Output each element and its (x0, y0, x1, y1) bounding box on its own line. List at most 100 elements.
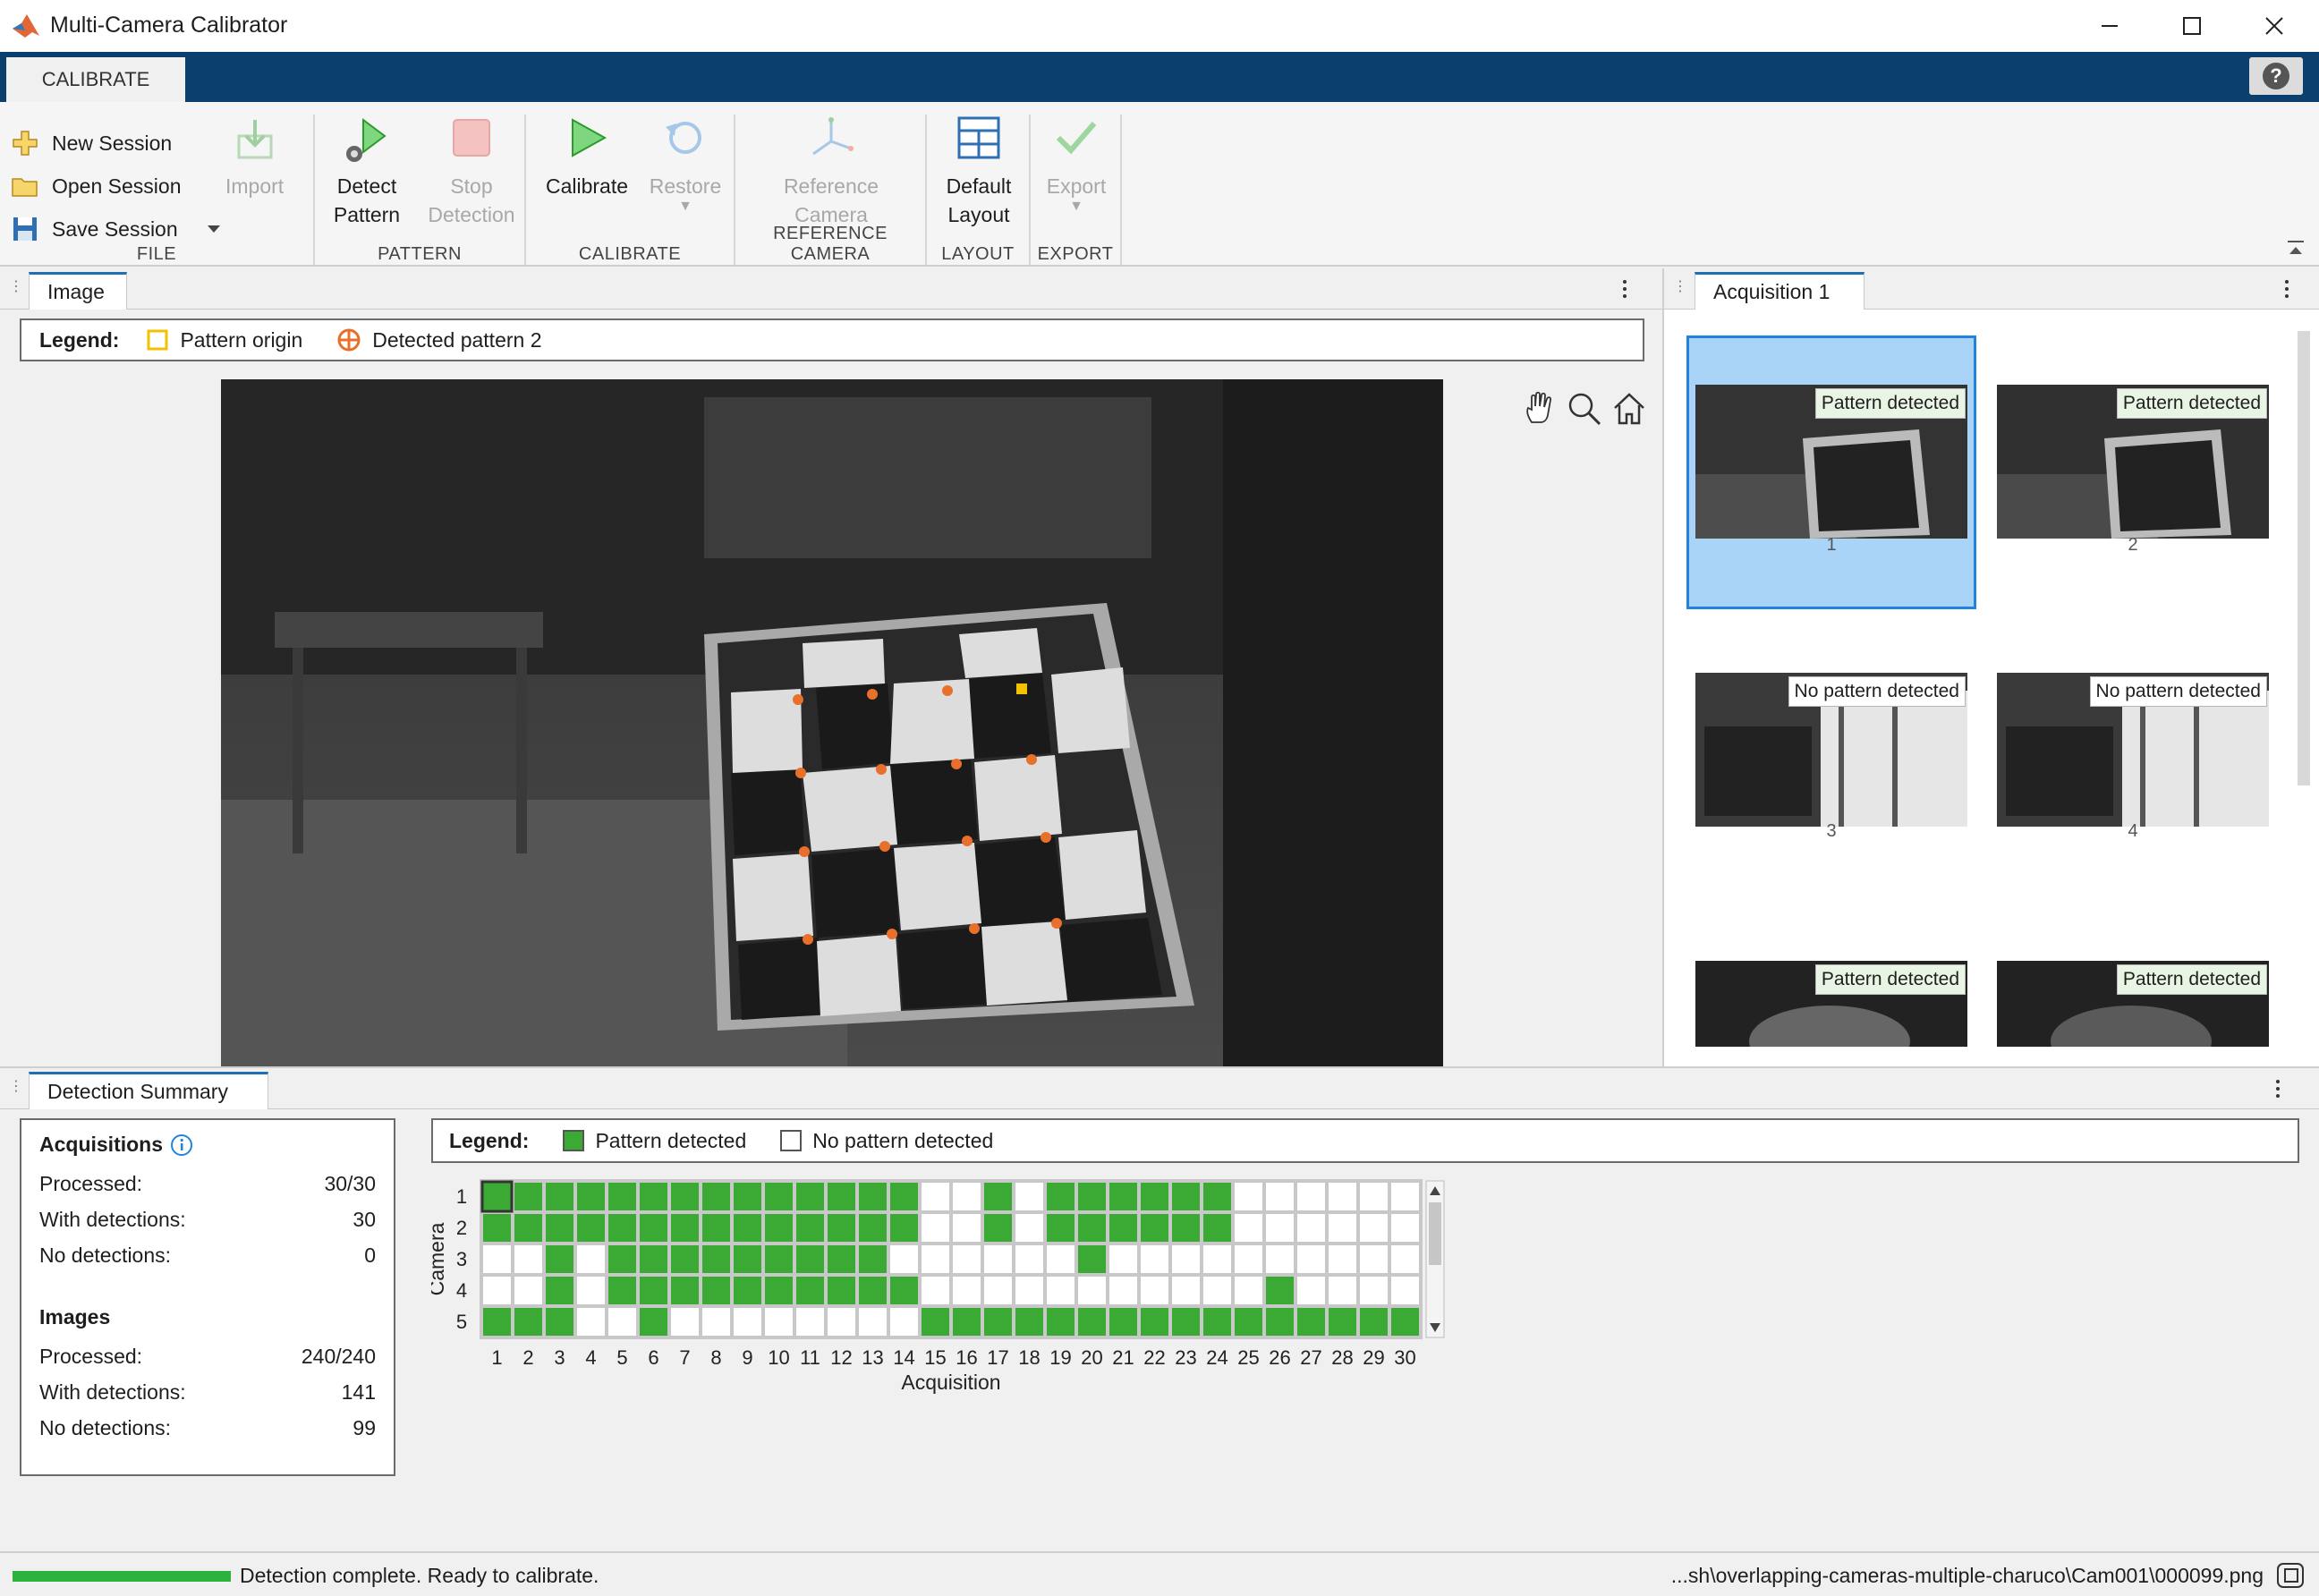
grid-cell-cam3-acq26[interactable] (1266, 1245, 1294, 1273)
grid-cell-cam3-acq2[interactable] (514, 1245, 542, 1273)
grid-cell-cam1-acq1[interactable] (483, 1183, 511, 1210)
grid-cell-cam1-acq5[interactable] (608, 1183, 636, 1210)
grid-cell-cam5-acq11[interactable] (796, 1308, 824, 1336)
grid-cell-cam3-acq29[interactable] (1360, 1245, 1388, 1273)
grid-cell-cam1-acq10[interactable] (765, 1183, 793, 1210)
grid-cell-cam3-acq22[interactable] (1141, 1245, 1168, 1273)
grid-cell-cam1-acq7[interactable] (671, 1183, 699, 1210)
grid-cell-cam2-acq5[interactable] (608, 1214, 636, 1242)
restore-button[interactable]: Restore ▼ (641, 115, 730, 214)
stop-detection-button[interactable]: Stop Detection (420, 115, 522, 229)
grid-cell-cam5-acq23[interactable] (1172, 1308, 1200, 1336)
minimize-button[interactable] (2068, 0, 2151, 52)
zoom-magnifier-icon[interactable] (1566, 390, 1603, 428)
grid-cell-cam3-acq12[interactable] (828, 1245, 855, 1273)
grid-cell-cam4-acq2[interactable] (514, 1277, 542, 1304)
copy-icon[interactable] (2274, 1560, 2306, 1591)
grid-cell-cam4-acq19[interactable] (1047, 1277, 1075, 1304)
grid-cell-cam5-acq4[interactable] (577, 1308, 605, 1336)
thumbnail-6[interactable]: Pattern detected (1997, 961, 2269, 1047)
grid-cell-cam4-acq29[interactable] (1360, 1277, 1388, 1304)
detection-grid[interactable]: 123451 2 3 4 5 6 7 8 9 10 11 12 13 14 15 16 17 18 19 20 21 22… (431, 1176, 2095, 1533)
grid-cell-cam4-acq25[interactable] (1235, 1277, 1262, 1304)
grid-cell-cam4-acq4[interactable] (577, 1277, 605, 1304)
grid-cell-cam5-acq9[interactable] (734, 1308, 761, 1336)
grid-cell-cam1-acq29[interactable] (1360, 1183, 1388, 1210)
grid-cell-cam3-acq14[interactable] (890, 1245, 918, 1273)
grid-cell-cam4-acq10[interactable] (765, 1277, 793, 1304)
grid-cell-cam3-acq15[interactable] (922, 1245, 949, 1273)
grid-cell-cam4-acq5[interactable] (608, 1277, 636, 1304)
grid-cell-cam5-acq2[interactable] (514, 1308, 542, 1336)
grid-cell-cam2-acq16[interactable] (953, 1214, 981, 1242)
grid-cell-cam2-acq21[interactable] (1109, 1214, 1137, 1242)
calibrate-button[interactable]: Calibrate (539, 115, 635, 200)
grid-cell-cam5-acq27[interactable] (1297, 1308, 1325, 1336)
grid-cell-cam1-acq23[interactable] (1172, 1183, 1200, 1210)
grid-cell-cam5-acq17[interactable] (984, 1308, 1012, 1336)
grid-cell-cam3-acq16[interactable] (953, 1245, 981, 1273)
grid-cell-cam3-acq3[interactable] (546, 1245, 573, 1273)
grid-cell-cam3-acq17[interactable] (984, 1245, 1012, 1273)
grid-cell-cam5-acq3[interactable] (546, 1308, 573, 1336)
grid-cell-cam4-acq18[interactable] (1015, 1277, 1043, 1304)
grid-cell-cam2-acq25[interactable] (1235, 1214, 1262, 1242)
grid-cell-cam5-acq12[interactable] (828, 1308, 855, 1336)
grid-cell-cam3-acq18[interactable] (1015, 1245, 1043, 1273)
restore-dropdown-icon[interactable]: ▼ (678, 200, 692, 214)
grid-cell-cam5-acq29[interactable] (1360, 1308, 1388, 1336)
new-session-button[interactable]: New Session (11, 125, 172, 161)
drag-handle-icon[interactable]: ⋮ (9, 277, 23, 299)
grid-cell-cam5-acq8[interactable] (702, 1308, 730, 1336)
grid-cell-cam3-acq5[interactable] (608, 1245, 636, 1273)
grid-scrollbar-thumb[interactable] (1429, 1202, 1441, 1265)
grid-cell-cam2-acq24[interactable] (1203, 1214, 1231, 1242)
chevron-down-icon[interactable] (205, 220, 223, 238)
grid-cell-cam2-acq3[interactable] (546, 1214, 573, 1242)
grid-cell-cam2-acq14[interactable] (890, 1214, 918, 1242)
grid-cell-cam3-acq28[interactable] (1329, 1245, 1356, 1273)
grid-cell-cam5-acq26[interactable] (1266, 1308, 1294, 1336)
grid-cell-cam4-acq14[interactable] (890, 1277, 918, 1304)
grid-cell-cam1-acq18[interactable] (1015, 1183, 1043, 1210)
grid-cell-cam4-acq11[interactable] (796, 1277, 824, 1304)
grid-cell-cam1-acq11[interactable] (796, 1183, 824, 1210)
grid-cell-cam3-acq27[interactable] (1297, 1245, 1325, 1273)
grid-cell-cam4-acq22[interactable] (1141, 1277, 1168, 1304)
grid-cell-cam4-acq23[interactable] (1172, 1277, 1200, 1304)
grid-cell-cam2-acq15[interactable] (922, 1214, 949, 1242)
grid-cell-cam1-acq6[interactable] (640, 1183, 667, 1210)
grid-cell-cam4-acq20[interactable] (1078, 1277, 1106, 1304)
grid-cell-cam5-acq5[interactable] (608, 1308, 636, 1336)
thumbnail-3[interactable]: No pattern detected (1695, 673, 1967, 827)
acquisition-panel-menu-icon[interactable] (2278, 276, 2296, 302)
grid-cell-cam5-acq30[interactable] (1391, 1308, 1419, 1336)
grid-cell-cam5-acq10[interactable] (765, 1308, 793, 1336)
grid-cell-cam5-acq15[interactable] (922, 1308, 949, 1336)
home-icon[interactable] (1610, 390, 1648, 428)
grid-cell-cam4-acq9[interactable] (734, 1277, 761, 1304)
grid-cell-cam1-acq15[interactable] (922, 1183, 949, 1210)
grid-cell-cam4-acq13[interactable] (859, 1277, 887, 1304)
grid-cell-cam1-acq28[interactable] (1329, 1183, 1356, 1210)
grid-cell-cam5-acq22[interactable] (1141, 1308, 1168, 1336)
grid-cell-cam5-acq13[interactable] (859, 1308, 887, 1336)
grid-cell-cam3-acq7[interactable] (671, 1245, 699, 1273)
grid-cell-cam5-acq16[interactable] (953, 1308, 981, 1336)
grid-cell-cam3-acq19[interactable] (1047, 1245, 1075, 1273)
grid-cell-cam2-acq27[interactable] (1297, 1214, 1325, 1242)
reference-camera-button[interactable]: Reference Camera (766, 115, 896, 229)
grid-cell-cam1-acq3[interactable] (546, 1183, 573, 1210)
grid-cell-cam2-acq2[interactable] (514, 1214, 542, 1242)
grid-cell-cam3-acq6[interactable] (640, 1245, 667, 1273)
grid-cell-cam4-acq6[interactable] (640, 1277, 667, 1304)
grid-cell-cam2-acq8[interactable] (702, 1214, 730, 1242)
grid-cell-cam4-acq8[interactable] (702, 1277, 730, 1304)
grid-cell-cam1-acq9[interactable] (734, 1183, 761, 1210)
grid-cell-cam4-acq26[interactable] (1266, 1277, 1294, 1304)
grid-cell-cam5-acq20[interactable] (1078, 1308, 1106, 1336)
grid-cell-cam1-acq19[interactable] (1047, 1183, 1075, 1210)
grid-cell-cam2-acq7[interactable] (671, 1214, 699, 1242)
grid-cell-cam3-acq24[interactable] (1203, 1245, 1231, 1273)
grid-cell-cam2-acq19[interactable] (1047, 1214, 1075, 1242)
